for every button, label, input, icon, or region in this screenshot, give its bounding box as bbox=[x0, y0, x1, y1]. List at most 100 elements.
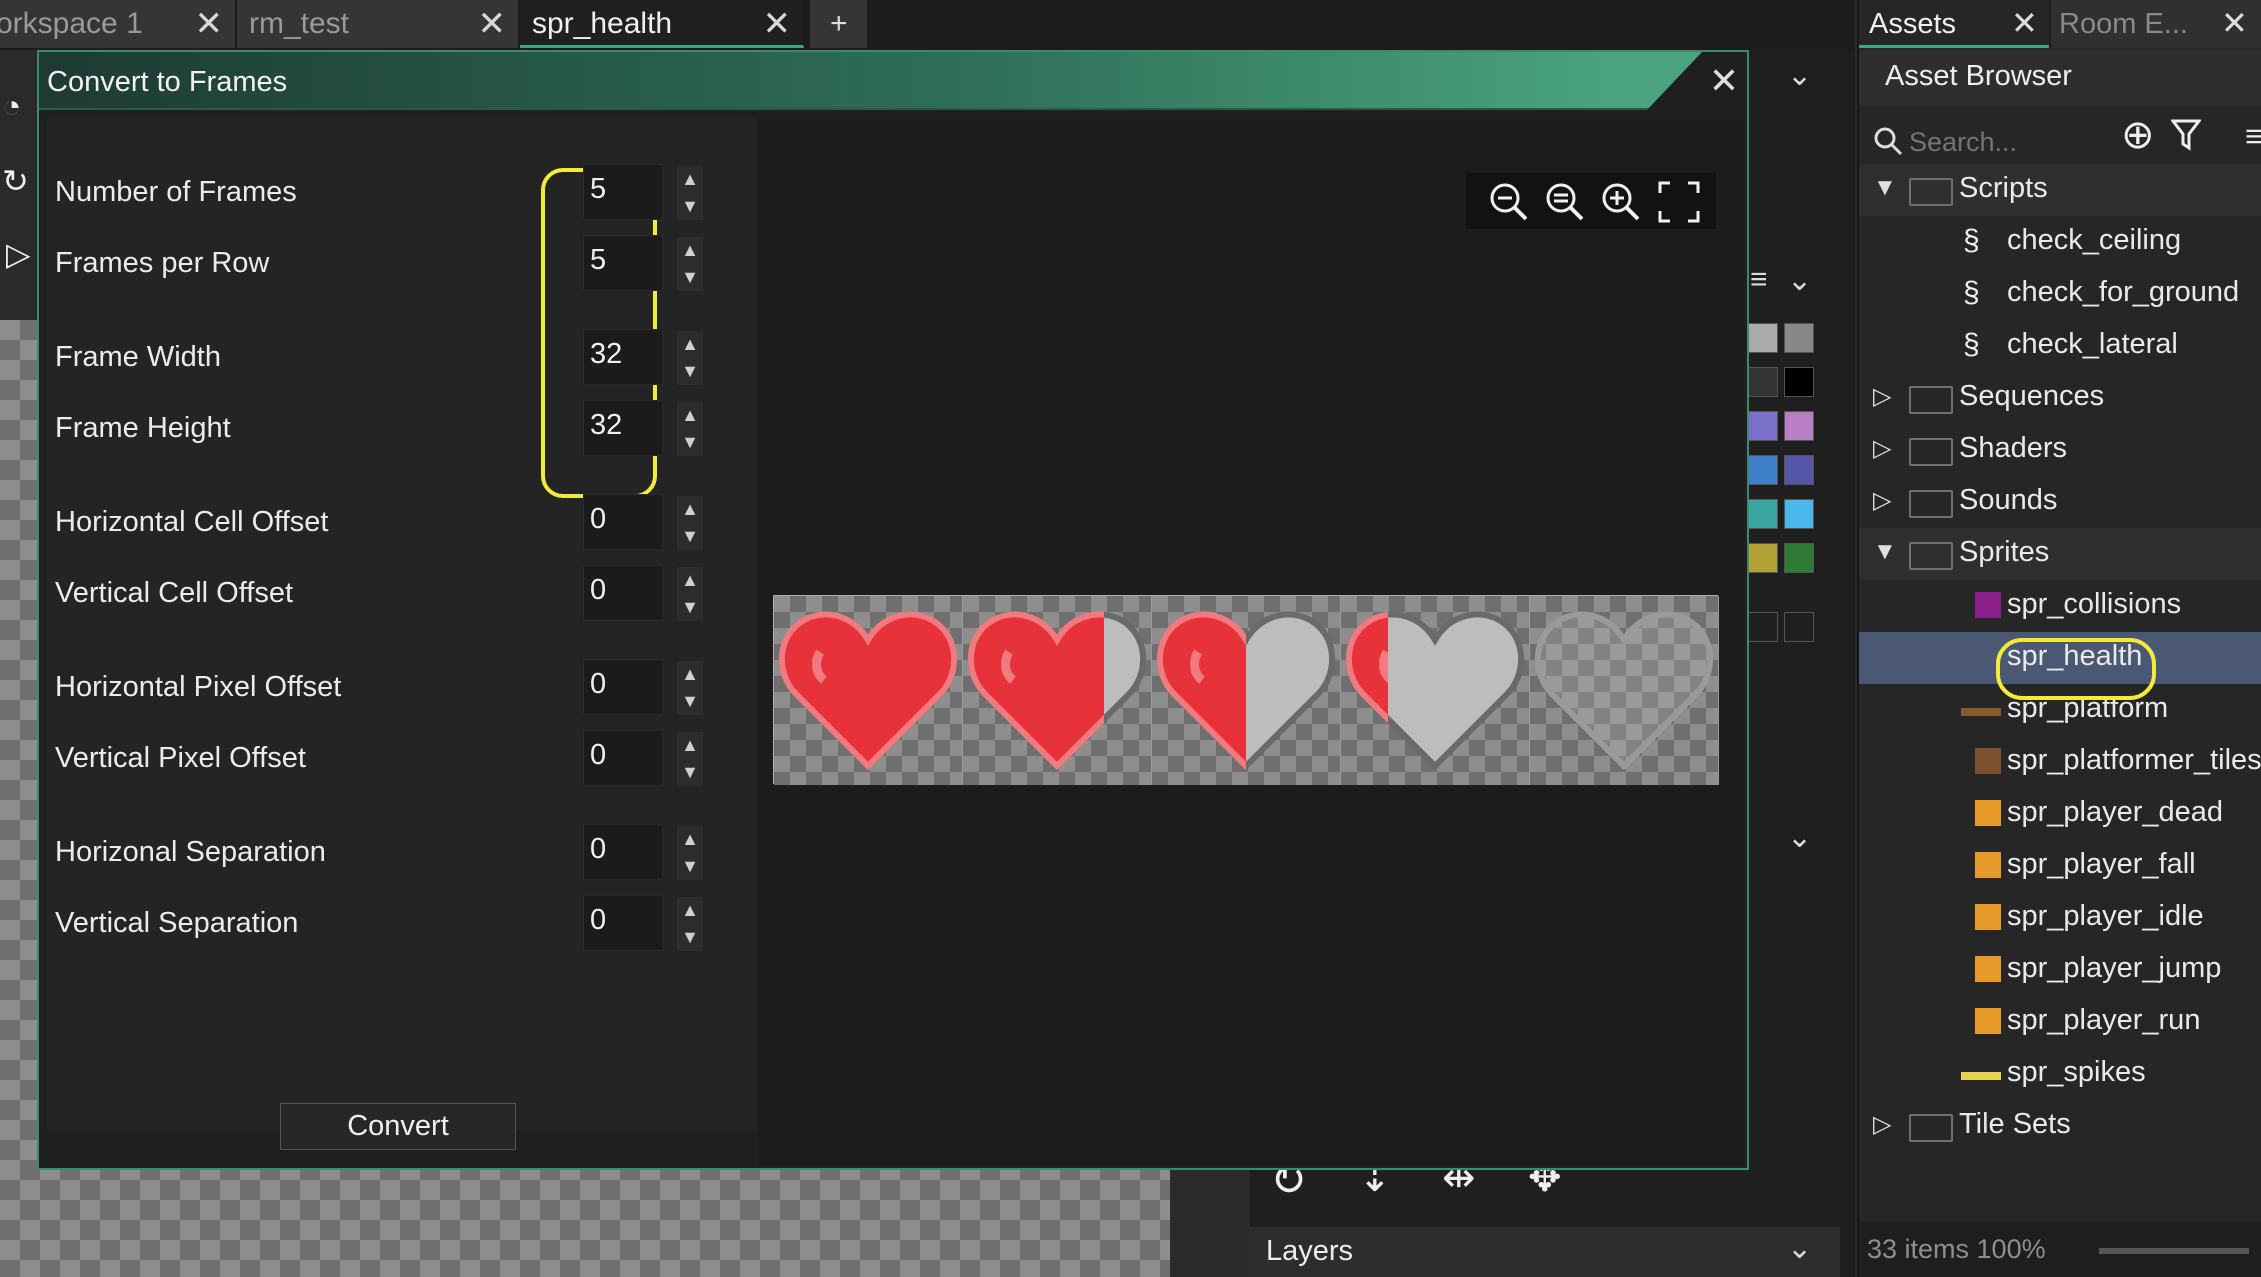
tab-rm-test[interactable]: rm_test ✕ bbox=[237, 0, 519, 48]
color-swatch[interactable] bbox=[1784, 455, 1814, 485]
color-swatch[interactable] bbox=[1784, 543, 1814, 573]
spin-down-icon[interactable]: ▼ bbox=[677, 924, 703, 951]
spin-down-icon[interactable]: ▼ bbox=[677, 853, 703, 880]
spin-up-icon[interactable]: ▲ bbox=[677, 661, 703, 688]
field-value-input[interactable]: 0 bbox=[583, 659, 663, 715]
close-icon[interactable]: ✕ bbox=[2221, 4, 2248, 42]
close-icon[interactable]: ✕ bbox=[195, 4, 224, 44]
tree-folder[interactable]: ▷ Shaders bbox=[1859, 424, 2261, 476]
chevron-down-icon[interactable]: ⌄ bbox=[1787, 1231, 1812, 1266]
field-value-input[interactable]: 0 bbox=[583, 494, 663, 550]
chevron-down-icon[interactable]: ▼ bbox=[1873, 538, 1897, 566]
spin-down-icon[interactable]: ▼ bbox=[677, 688, 703, 715]
tree-item[interactable]: § check_ceiling bbox=[1859, 216, 2261, 268]
sprite-frame[interactable] bbox=[1152, 596, 1341, 785]
spin-down-icon[interactable]: ▼ bbox=[677, 523, 703, 550]
layers-header[interactable]: Layers ⌄ bbox=[1250, 1227, 1840, 1277]
tree-folder[interactable]: ▼ Scripts bbox=[1859, 164, 2261, 216]
field-value-input[interactable]: 32 bbox=[583, 329, 663, 385]
color-swatch[interactable] bbox=[1784, 323, 1814, 353]
spin-up-icon[interactable]: ▲ bbox=[677, 732, 703, 759]
spin-up-icon[interactable]: ▲ bbox=[677, 496, 703, 523]
tree-item[interactable]: spr_player_idle bbox=[1859, 892, 2261, 944]
chevron-right-icon[interactable]: ▷ bbox=[1873, 382, 1891, 411]
tree-item[interactable]: spr_spikes bbox=[1859, 1048, 2261, 1100]
tree-item[interactable]: § check_lateral bbox=[1859, 320, 2261, 372]
spin-up-icon[interactable]: ▲ bbox=[677, 402, 703, 429]
search-input[interactable] bbox=[1907, 122, 2127, 162]
sprite-frame[interactable] bbox=[1530, 596, 1719, 785]
spin-up-icon[interactable]: ▲ bbox=[677, 237, 703, 264]
tree-item[interactable]: spr_collisions bbox=[1859, 580, 2261, 632]
color-swatch[interactable] bbox=[1748, 499, 1778, 529]
color-swatch[interactable] bbox=[1784, 612, 1814, 642]
filter-icon[interactable] bbox=[2169, 118, 2203, 157]
spinner[interactable]: ▲ ▼ bbox=[677, 331, 703, 385]
spin-down-icon[interactable]: ▼ bbox=[677, 193, 703, 220]
tree-item[interactable]: spr_player_jump bbox=[1859, 944, 2261, 996]
sprite-frame[interactable] bbox=[774, 596, 963, 785]
spin-down-icon[interactable]: ▼ bbox=[677, 429, 703, 456]
tab-room-editor[interactable]: Room E... ✕ bbox=[2051, 0, 2261, 48]
dialog-titlebar[interactable]: Convert to Frames bbox=[39, 52, 1747, 110]
tab-spr-health[interactable]: spr_health ✕ bbox=[520, 0, 804, 48]
zoom-slider[interactable] bbox=[2099, 1248, 2249, 1254]
zoom-reset-icon[interactable] bbox=[1542, 179, 1588, 225]
color-swatch[interactable] bbox=[1784, 499, 1814, 529]
color-swatch[interactable] bbox=[1784, 411, 1814, 441]
chevron-down-icon[interactable]: ▼ bbox=[1873, 174, 1897, 202]
spinner[interactable]: ▲ ▼ bbox=[677, 826, 703, 880]
color-swatch[interactable] bbox=[1748, 455, 1778, 485]
spin-up-icon[interactable]: ▲ bbox=[677, 331, 703, 358]
color-swatch[interactable] bbox=[1748, 411, 1778, 441]
chevron-right-icon[interactable]: ▷ bbox=[1873, 1110, 1891, 1139]
tab-assets[interactable]: Assets ✕ bbox=[1859, 0, 2049, 48]
fit-screen-icon[interactable] bbox=[1656, 179, 1702, 225]
tab-workspace[interactable]: orkspace 1 ✕ bbox=[0, 0, 236, 48]
tree-item[interactable]: spr_player_dead bbox=[1859, 788, 2261, 840]
add-tab-button[interactable]: + bbox=[810, 0, 868, 48]
color-swatch[interactable] bbox=[1748, 543, 1778, 573]
spin-down-icon[interactable]: ▼ bbox=[677, 759, 703, 786]
field-value-input[interactable]: 0 bbox=[583, 565, 663, 621]
sprite-frame[interactable] bbox=[963, 596, 1152, 785]
play-icon[interactable]: ▷ bbox=[6, 235, 31, 273]
zoom-in-icon[interactable] bbox=[1598, 179, 1644, 225]
chevron-down-icon[interactable]: ⌄ bbox=[1787, 58, 1812, 93]
field-value-input[interactable]: 0 bbox=[583, 895, 663, 951]
field-value-input[interactable]: 5 bbox=[583, 164, 663, 220]
spin-up-icon[interactable]: ▲ bbox=[677, 826, 703, 853]
chevron-down-icon[interactable]: ⌄ bbox=[1787, 263, 1812, 298]
field-value-input[interactable]: 5 bbox=[583, 235, 663, 291]
tree-folder[interactable]: ▷ Sequences bbox=[1859, 372, 2261, 424]
spinner[interactable]: ▲ ▼ bbox=[677, 897, 703, 951]
close-icon[interactable]: ✕ bbox=[478, 4, 507, 44]
spin-down-icon[interactable]: ▼ bbox=[677, 358, 703, 385]
tree-item[interactable]: spr_platformer_tiles bbox=[1859, 736, 2261, 788]
menu-icon[interactable]: ≡ bbox=[1750, 263, 1768, 297]
spin-down-icon[interactable]: ▼ bbox=[677, 594, 703, 621]
convert-button[interactable]: Convert bbox=[280, 1103, 516, 1150]
close-icon[interactable]: ✕ bbox=[763, 4, 792, 44]
tree-item[interactable]: spr_player_run bbox=[1859, 996, 2261, 1048]
chevron-right-icon[interactable]: ▷ bbox=[1873, 434, 1891, 463]
chevron-down-icon[interactable]: ⌄ bbox=[1787, 820, 1812, 855]
spin-up-icon[interactable]: ▲ bbox=[677, 166, 703, 193]
spin-up-icon[interactable]: ▲ bbox=[677, 897, 703, 924]
spinner[interactable]: ▲ ▼ bbox=[677, 402, 703, 456]
menu-icon[interactable]: ≡ bbox=[2245, 118, 2261, 155]
spinner[interactable]: ▲ ▼ bbox=[677, 166, 703, 220]
rotate-tool-icon[interactable]: ↻ bbox=[2, 162, 29, 200]
tree-folder[interactable]: ▷ Sounds bbox=[1859, 476, 2261, 528]
spinner[interactable]: ▲ ▼ bbox=[677, 661, 703, 715]
tree-item[interactable]: spr_player_fall bbox=[1859, 840, 2261, 892]
spinner[interactable]: ▲ ▼ bbox=[677, 496, 703, 550]
add-asset-icon[interactable]: ⊕ bbox=[2121, 112, 2155, 158]
spinner[interactable]: ▲ ▼ bbox=[677, 567, 703, 621]
zoom-out-icon[interactable] bbox=[1486, 179, 1532, 225]
color-swatch[interactable] bbox=[1784, 367, 1814, 397]
spin-down-icon[interactable]: ▼ bbox=[677, 264, 703, 291]
field-value-input[interactable]: 0 bbox=[583, 730, 663, 786]
close-icon[interactable]: ✕ bbox=[2011, 4, 2038, 42]
chevron-right-icon[interactable]: ▷ bbox=[1873, 486, 1891, 515]
